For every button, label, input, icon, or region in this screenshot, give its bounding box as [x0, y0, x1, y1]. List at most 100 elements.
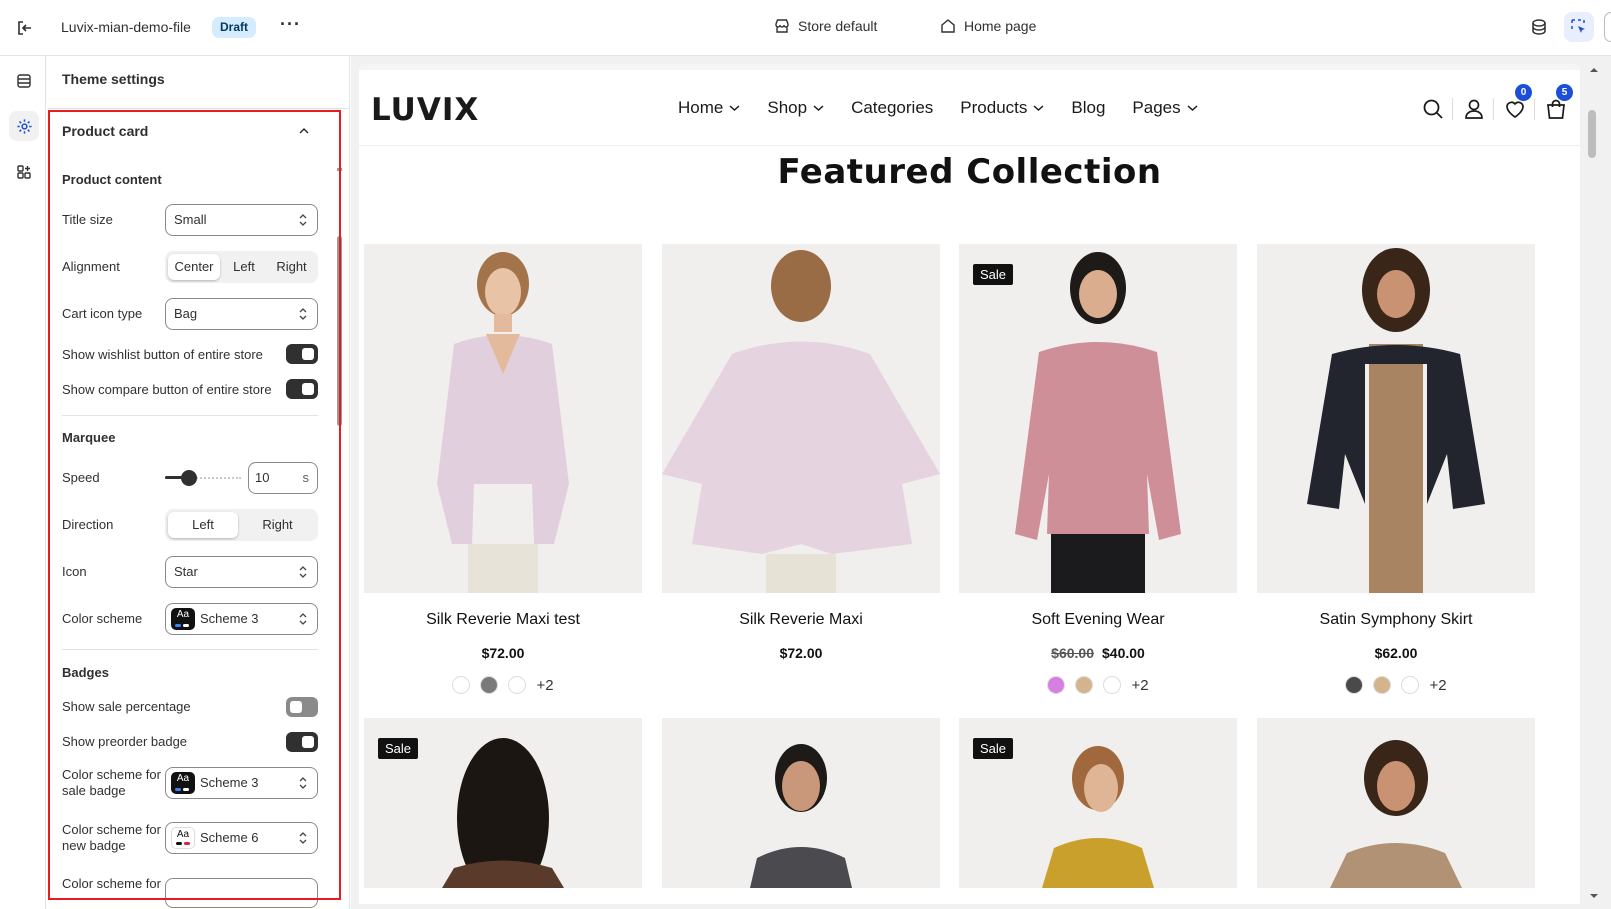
exit-icon[interactable]	[14, 17, 36, 39]
product-title[interactable]: Silk Reverie Maxi	[662, 611, 940, 629]
scroll-up-icon[interactable]	[1584, 64, 1604, 76]
preorder-label: Show preorder badge	[62, 734, 188, 749]
chevron-down-icon	[813, 105, 824, 112]
swatch-dark-gray[interactable]	[1345, 676, 1364, 694]
product-image[interactable]	[1257, 244, 1535, 593]
sections-button[interactable]	[9, 66, 39, 96]
title-size-select[interactable]: Small	[165, 204, 318, 236]
inspector-button[interactable]	[1564, 12, 1594, 42]
page-selector[interactable]: Home page	[940, 18, 1036, 34]
file-name[interactable]: Luvix-mian-demo-file	[61, 19, 191, 35]
swatch-white[interactable]	[1401, 676, 1420, 694]
nav-home[interactable]: Home	[678, 98, 740, 118]
direction-right[interactable]: Right	[240, 512, 315, 538]
cart-icon-label: Cart icon type	[62, 306, 143, 321]
swatch-purple[interactable]	[1047, 676, 1066, 694]
nav-shop[interactable]: Shop	[767, 98, 824, 118]
select-arrows-icon	[299, 777, 307, 789]
divider	[1452, 98, 1453, 120]
icon-value: Star	[174, 564, 198, 579]
color-scheme-label: Color scheme	[62, 611, 143, 626]
compare-toggle[interactable]	[286, 379, 318, 399]
select-arrows-icon	[299, 214, 307, 226]
product-title[interactable]: Soft Evening Wear	[959, 611, 1237, 629]
speed-input[interactable]: 10 s	[248, 462, 318, 494]
product-title[interactable]: Silk Reverie Maxi test	[364, 611, 642, 629]
nav-categories[interactable]: Categories	[851, 98, 933, 118]
swatch-beige[interactable]	[1075, 676, 1094, 694]
preview-scroll-thumb[interactable]	[1588, 110, 1596, 158]
compare-price: $60.00	[1051, 645, 1094, 661]
nav-blog[interactable]: Blog	[1071, 98, 1105, 118]
wishlist-toggle[interactable]	[286, 344, 318, 364]
divider	[1493, 98, 1494, 120]
product-content-heading: Product content	[62, 172, 162, 187]
speed-label: Speed	[62, 470, 100, 485]
database-icon[interactable]	[1528, 16, 1550, 38]
product-image[interactable]	[662, 718, 940, 888]
product-image[interactable]	[662, 244, 940, 593]
panel-scrollbar[interactable]	[337, 236, 342, 426]
swatch-beige[interactable]	[1373, 676, 1392, 694]
new-badge-scheme-select[interactable]: Aa Scheme 6	[165, 822, 318, 854]
divider	[1534, 98, 1535, 120]
sale-badge-scheme-select[interactable]: Aa Scheme 3	[165, 767, 318, 799]
speed-slider-thumb[interactable]	[181, 470, 197, 486]
product-image[interactable]: Sale	[959, 718, 1237, 888]
product-image[interactable]	[1257, 718, 1535, 888]
store-selector[interactable]: Store default	[774, 18, 877, 34]
swatch-white[interactable]	[508, 676, 527, 694]
direction-left[interactable]: Left	[168, 512, 238, 538]
swatch-white[interactable]	[452, 676, 471, 694]
divider	[47, 108, 349, 109]
search-icon[interactable]	[1422, 98, 1444, 120]
more-actions-button[interactable]: ···	[280, 14, 301, 35]
theme-settings-button[interactable]	[9, 111, 39, 141]
swatch-white[interactable]	[1103, 676, 1122, 694]
preview-scrollbar[interactable]	[1584, 64, 1604, 904]
more-swatches[interactable]: +2	[1429, 677, 1446, 694]
alignment-left[interactable]: Left	[222, 254, 266, 280]
settings-panel: Theme settings Product card Product cont…	[47, 56, 350, 909]
cart-bag-icon[interactable]	[1545, 98, 1567, 120]
alignment-center[interactable]: Center	[168, 254, 220, 280]
next-scheme-select[interactable]	[165, 878, 318, 908]
product-image[interactable]: Sale	[364, 718, 642, 888]
alignment-segmented: Center Left Right	[165, 251, 318, 283]
select-arrows-icon	[299, 566, 307, 578]
speed-value: 10	[255, 470, 270, 485]
product-title[interactable]: Satin Symphony Skirt	[1257, 611, 1535, 629]
color-scheme-value: Scheme 3	[200, 611, 259, 626]
cart-icon-select[interactable]: Bag	[165, 298, 318, 330]
nav-products[interactable]: Products	[960, 98, 1044, 118]
swatch-gray[interactable]	[480, 676, 499, 694]
color-scheme-select[interactable]: Aa Scheme 3	[165, 603, 318, 635]
select-arrows-icon	[299, 832, 307, 844]
color-swatches: +2	[1257, 676, 1535, 694]
scroll-down-icon[interactable]	[1584, 890, 1604, 902]
more-swatches[interactable]: +2	[1131, 677, 1148, 694]
select-arrows-icon	[299, 308, 307, 320]
sale-percentage-label: Show sale percentage	[62, 699, 191, 714]
device-toggle[interactable]	[1604, 12, 1611, 42]
wishlist-icon[interactable]	[1504, 98, 1526, 120]
nav-pages[interactable]: Pages	[1132, 98, 1198, 118]
store-icon	[775, 19, 789, 33]
icon-select[interactable]: Star	[165, 556, 318, 588]
product-image[interactable]: Sale	[959, 244, 1237, 593]
preorder-toggle[interactable]	[286, 732, 318, 752]
compare-label: Show compare button of entire store	[62, 382, 272, 397]
cart-count-badge: 5	[1556, 84, 1573, 101]
more-swatches[interactable]: +2	[536, 677, 553, 694]
alignment-right[interactable]: Right	[268, 254, 315, 280]
site-logo[interactable]: LUVIX	[371, 92, 479, 128]
chevron-down-icon	[729, 105, 740, 112]
apps-button[interactable]	[9, 157, 39, 187]
product-image[interactable]	[364, 244, 642, 593]
section-title[interactable]: Product card	[62, 123, 148, 139]
direction-segmented: Left Right	[165, 509, 318, 541]
account-icon[interactable]	[1463, 98, 1485, 120]
sale-percentage-toggle[interactable]	[286, 697, 318, 717]
chevron-up-icon[interactable]	[298, 125, 310, 137]
scheme-swatch: Aa	[171, 608, 195, 630]
